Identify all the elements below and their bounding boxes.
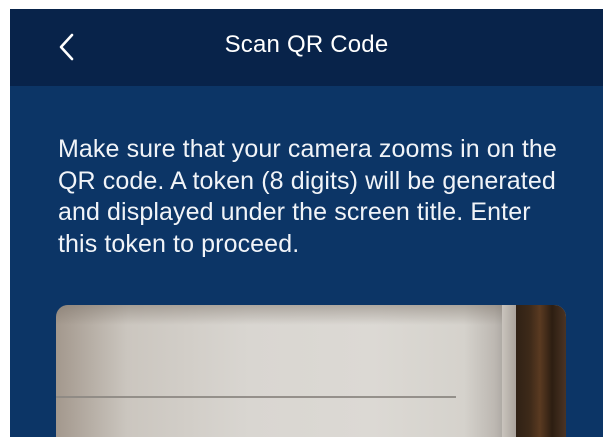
camera-preview [56, 305, 566, 437]
scan-qr-screen: Scan QR Code Make sure that your camera … [10, 9, 603, 437]
header-bar: Scan QR Code [10, 9, 603, 86]
scan-instructions: Make sure that your camera zooms in on t… [58, 135, 557, 258]
frame-edge [502, 305, 516, 437]
paper-edge-line [56, 396, 456, 398]
camera-shade [56, 305, 566, 325]
page-title: Scan QR Code [224, 31, 389, 58]
frame-wood [516, 305, 566, 437]
